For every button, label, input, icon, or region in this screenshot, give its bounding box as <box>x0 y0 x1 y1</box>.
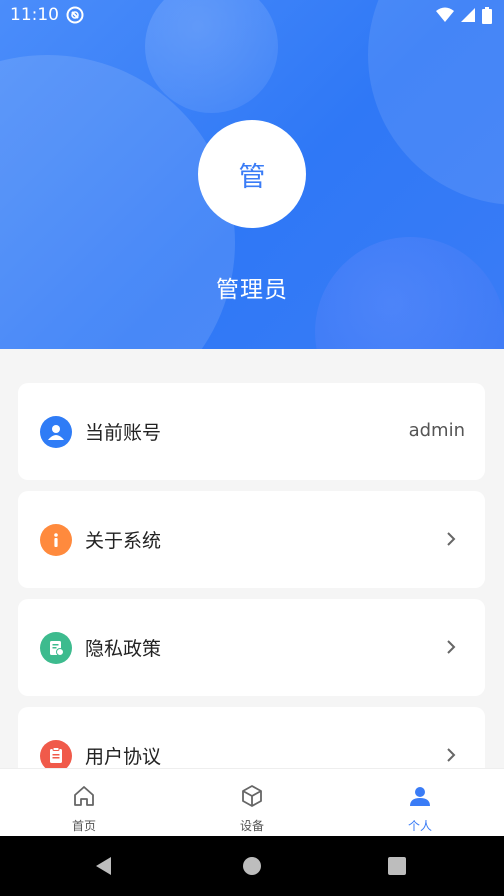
menu-item-privacy[interactable]: 隐私政策 <box>18 599 485 696</box>
signal-icon <box>461 8 475 22</box>
cube-icon <box>242 785 262 807</box>
user-name: 管理员 <box>216 277 288 303</box>
chevron-right-icon <box>447 640 456 654</box>
nav-devices-label: 设备 <box>239 819 264 833</box>
menu-item-about[interactable]: 关于系统 <box>18 491 485 588</box>
bottom-nav: 首页 设备 个人 <box>0 768 504 837</box>
avatar[interactable]: 管 <box>198 120 306 228</box>
back-icon[interactable] <box>94 856 114 876</box>
menu-item-account[interactable]: 当前账号 admin <box>18 383 485 480</box>
home-circle-icon[interactable] <box>242 856 262 876</box>
battery-icon <box>482 6 492 24</box>
decor-bubble <box>368 0 504 205</box>
home-icon <box>74 786 94 806</box>
person-icon <box>410 787 430 806</box>
nav-home[interactable]: 首页 <box>0 769 168 837</box>
info-icon <box>40 524 72 556</box>
avatar-text: 管 <box>238 161 266 193</box>
system-nav-bar <box>0 836 504 896</box>
nav-profile[interactable]: 个人 <box>336 769 504 837</box>
nav-profile-label: 个人 <box>407 819 432 833</box>
menu-item-label: 关于系统 <box>85 530 162 552</box>
menu-item-label: 用户协议 <box>85 746 162 768</box>
nav-devices[interactable]: 设备 <box>168 769 336 837</box>
profile-header: 11:10 管 管理员 <box>0 0 504 349</box>
privacy-doc-icon <box>40 632 72 664</box>
app-notification-icon <box>66 6 84 24</box>
menu-item-label: 隐私政策 <box>85 638 162 660</box>
chevron-right-icon <box>447 532 456 546</box>
account-value: admin <box>408 420 465 441</box>
nav-home-label: 首页 <box>71 819 96 833</box>
recents-icon[interactable] <box>388 857 406 875</box>
status-bar: 11:10 <box>0 0 504 30</box>
chevron-right-icon <box>447 748 456 762</box>
wifi-icon <box>436 7 454 22</box>
status-time: 11:10 <box>10 5 59 25</box>
menu-item-label: 当前账号 <box>85 422 162 444</box>
user-circle-icon <box>40 416 72 448</box>
